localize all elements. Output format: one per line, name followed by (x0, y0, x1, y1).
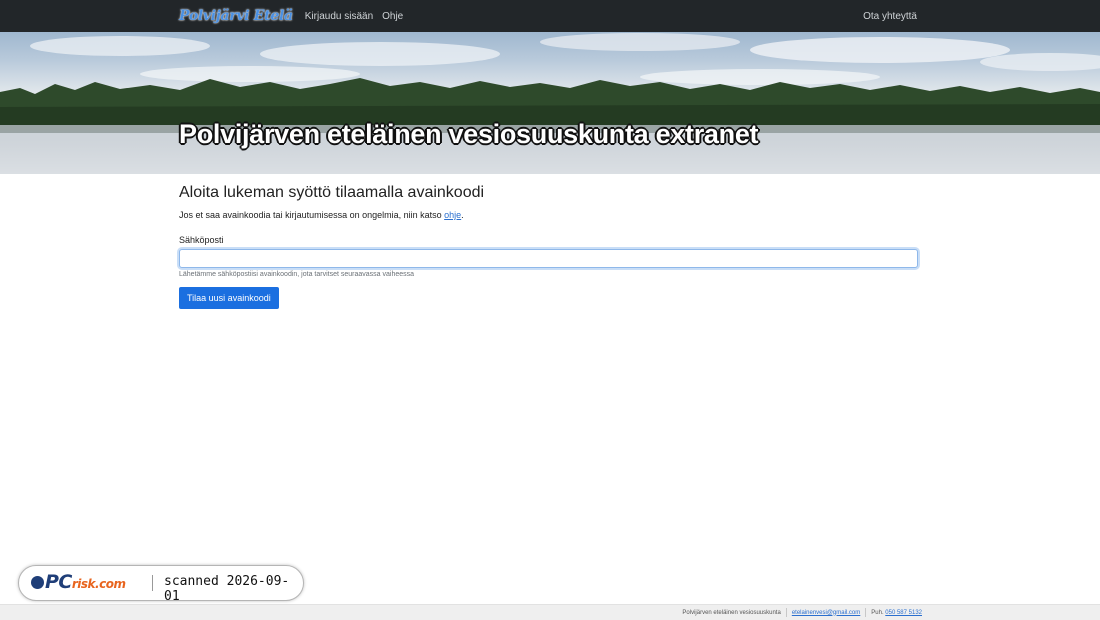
intro-text: Jos et saa avainkoodia tai kirjautumises… (179, 210, 445, 220)
footer-content: Polvijärven eteläinen vesiosuuskunta ete… (682, 605, 922, 620)
main-content: Aloita lukeman syöttö tilaamalla avainko… (179, 184, 922, 309)
help-link[interactable]: ohje (444, 210, 461, 220)
hero-title: Polvijärven eteläinen vesiosuuskunta ext… (179, 119, 759, 149)
footer-email-link[interactable]: etelainenvesi@gmail.com (792, 610, 860, 616)
lake-landscape-image (0, 33, 1100, 174)
navbar-right: Ota yhteyttä (863, 0, 917, 32)
top-navbar: Polvijärvi Etelä Kirjaudu sisään Ohje Ot… (0, 0, 1100, 32)
brand-logo[interactable]: Polvijärvi Etelä (179, 8, 293, 24)
nav-link-login[interactable]: Kirjaudu sisään (305, 11, 373, 22)
footer-divider (865, 608, 867, 617)
email-help-text: Lähetämme sähköpostiisi avainkoodin, jot… (179, 271, 415, 278)
magnifier-icon (31, 576, 44, 589)
email-input[interactable] (179, 249, 918, 268)
footer-divider (785, 608, 787, 617)
pcrisk-watermark: PCrisk.com scanned 2026-09-01 (18, 565, 304, 604)
nav-link-help[interactable]: Ohje (382, 11, 403, 22)
page-title: Aloita lukeman syöttö tilaamalla avainko… (179, 184, 485, 201)
footer-org: Polvijärven eteläinen vesiosuuskunta (682, 609, 781, 616)
nav-link-contact[interactable]: Ota yhteyttä (863, 11, 917, 22)
hero-banner: Polvijärven eteläinen vesiosuuskunta ext… (0, 32, 1100, 174)
navbar-left: Polvijärvi Etelä Kirjaudu sisään Ohje (179, 0, 412, 32)
intro-end: . (461, 210, 464, 220)
logo-rest: risk.com (71, 577, 126, 591)
pcrisk-logo: PCrisk.com (31, 571, 126, 593)
badge-divider (152, 575, 153, 591)
footer: Polvijärven eteläinen vesiosuuskunta ete… (0, 604, 1100, 620)
order-key-code-button[interactable]: Tilaa uusi avainkoodi (179, 287, 279, 309)
logo-main: PC (45, 571, 72, 593)
scan-date-text: scanned 2026-09-01 (164, 574, 290, 604)
footer-phone-label: Puh. (871, 609, 884, 616)
footer-phone-link[interactable]: 050 587 5132 (885, 610, 922, 616)
email-label: Sähköposti (179, 235, 224, 245)
intro-paragraph: Jos et saa avainkoodia tai kirjautumises… (179, 210, 922, 220)
